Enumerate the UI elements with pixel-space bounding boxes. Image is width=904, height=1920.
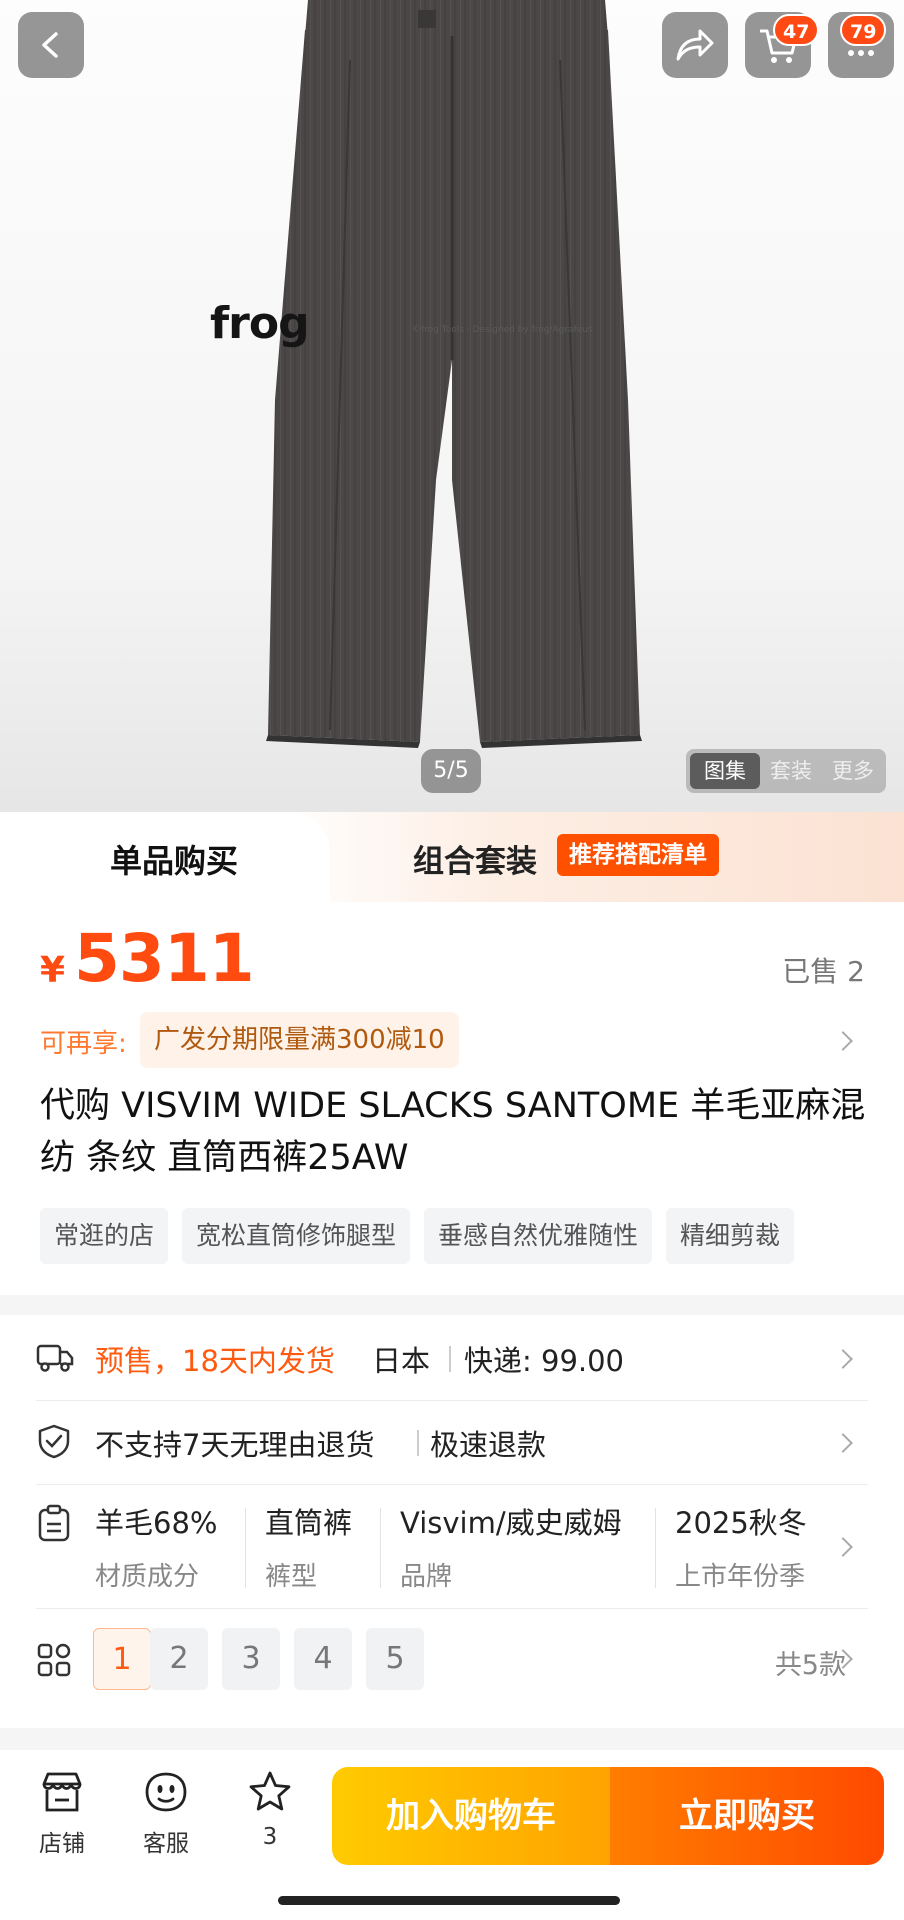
fast-refund: 极速退款 (430, 1428, 547, 1462)
clipboard-icon (36, 1504, 72, 1546)
tag-item[interactable]: 垂感自然优雅随性 (424, 1208, 653, 1264)
gallery-tab-album[interactable]: 图集 (690, 753, 760, 789)
promo-offer[interactable]: 广发分期限量满300减10 (140, 1012, 459, 1068)
buy-now-button[interactable]: 立即购买 (610, 1767, 884, 1865)
separator (245, 1508, 246, 1588)
favorite-count: 3 (262, 1824, 278, 1850)
cart-count-badge: 47 (773, 14, 820, 46)
separator (449, 1346, 451, 1372)
customer-service-button[interactable]: 客服 (126, 1770, 206, 1858)
attribute-season: 2025秋冬 上市年份季 (675, 1506, 807, 1592)
tag-item[interactable]: 常逛的店 (40, 1208, 169, 1264)
return-chevron-icon[interactable] (833, 1433, 853, 1453)
back-button[interactable] (18, 12, 84, 78)
watermark-caption: ©frog Tools · Designed by frog/Agrafeus (412, 325, 593, 335)
sold-count: 已售 2 (782, 955, 865, 988)
tag-item[interactable]: 精细剪裁 (666, 1208, 795, 1264)
add-to-cart-button[interactable]: 加入购物车 (332, 1767, 610, 1865)
shop-button[interactable]: 店铺 (22, 1770, 102, 1858)
price-currency: ¥ (40, 950, 66, 991)
separator (417, 1430, 419, 1456)
watermark-logo: frog (210, 298, 310, 349)
sku-option-5[interactable]: 5 (366, 1628, 424, 1690)
product-tags: 常逛的店 宽松直筒修饰腿型 垂感自然优雅随性 精细剪裁 (40, 1208, 904, 1264)
product-gallery[interactable]: frog ©frog Tools · Designed by frog/Agra… (0, 0, 904, 812)
row-divider (36, 1400, 868, 1401)
chevron-left-icon (42, 32, 58, 58)
attribute-material: 羊毛68% 材质成分 (95, 1506, 218, 1592)
section-divider (0, 1295, 904, 1315)
shield-check-icon (36, 1423, 72, 1463)
sku-option-3[interactable]: 3 (222, 1628, 280, 1690)
separator (380, 1508, 381, 1588)
shipping-fee: 快递: 99.00 (464, 1344, 625, 1378)
product-detail-page: frog ©frog Tools · Designed by frog/Agra… (0, 0, 904, 1920)
gallery-tab-more[interactable]: 更多 (822, 753, 884, 789)
recommended-combo-tag[interactable]: 推荐搭配清单 (557, 834, 719, 876)
tab-single-purchase[interactable]: 单品购买 (0, 812, 330, 902)
sku-option-2[interactable]: 2 (150, 1628, 208, 1690)
sku-total[interactable]: 共5款 (775, 1643, 846, 1682)
shop-icon (42, 1772, 82, 1812)
grid-icon (36, 1642, 72, 1682)
tab-single-label: 单品购买 (110, 842, 239, 880)
row-divider (36, 1608, 868, 1609)
shipping-chevron-icon[interactable] (833, 1349, 853, 1369)
home-indicator[interactable] (278, 1896, 620, 1905)
share-icon (676, 29, 714, 61)
message-count-badge: 79 (840, 14, 887, 46)
return-policy: 不支持7天无理由退货 (95, 1428, 375, 1462)
purchase-mode-tabs: 单品购买 组合套装 推荐搭配清单 (0, 812, 904, 902)
sku-option-4[interactable]: 4 (294, 1628, 352, 1690)
section-divider (0, 1728, 904, 1750)
service-label: 客服 (143, 1831, 189, 1857)
image-counter: 5/5 (421, 749, 481, 793)
shop-label: 店铺 (39, 1831, 85, 1857)
promo-label: 可再享: (40, 1029, 127, 1059)
row-divider (36, 1484, 868, 1485)
sku-option-1[interactable]: 1 (93, 1628, 151, 1690)
attribute-fit: 直筒裤 裤型 (265, 1506, 353, 1592)
price-value: 5311 (74, 920, 255, 997)
product-title: 代购 VISVIM WIDE SLACKS SANTOME 羊毛亚麻混纺 条纹 … (40, 1086, 866, 1178)
attribute-brand: Visvim/威史威姆 品牌 (400, 1506, 622, 1592)
star-icon (249, 1771, 291, 1811)
tab-combo-set[interactable]: 组合套装 (413, 836, 537, 881)
delivery-truck-icon (36, 1340, 74, 1378)
favorite-button[interactable]: 3 (230, 1770, 310, 1850)
attributes-chevron-icon[interactable] (833, 1537, 853, 1557)
promo-chevron-icon[interactable] (833, 1031, 853, 1051)
presale-shipping-text: 预售，18天内发货 (95, 1344, 335, 1378)
tag-item[interactable]: 宽松直筒修饰腿型 (182, 1208, 411, 1264)
gallery-tab-set[interactable]: 套装 (760, 753, 822, 789)
gallery-tabs: 图集 套装 更多 (686, 749, 886, 793)
service-face-icon (145, 1772, 187, 1812)
separator (655, 1508, 656, 1588)
trousers-image (266, 0, 642, 748)
share-button[interactable] (662, 12, 728, 78)
shipping-origin: 日本 (372, 1344, 431, 1378)
